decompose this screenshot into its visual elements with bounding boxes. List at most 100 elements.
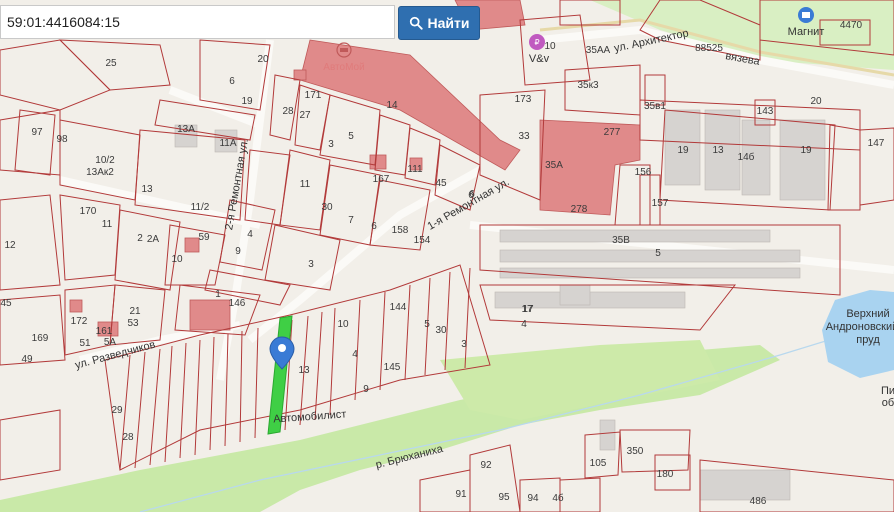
- parcel-number: 5: [424, 319, 430, 330]
- parcel-number: 4470: [840, 20, 863, 31]
- parcel-number: 17: [522, 304, 534, 315]
- parcel-number: 13А: [177, 124, 195, 135]
- parcel-number: 19: [800, 145, 812, 156]
- parcel-number: 33: [518, 131, 530, 142]
- parcel-number: 20: [810, 96, 822, 107]
- parcel-number: 278: [571, 204, 588, 215]
- parcel-number: 6: [371, 221, 377, 232]
- parcel-number: 111: [407, 164, 423, 175]
- parcel-number: 35АА: [586, 45, 611, 56]
- parcel-number: 10/2: [95, 155, 115, 166]
- poi-avtomoi: АвтоМой: [323, 62, 364, 73]
- parcel-number: 51: [79, 338, 91, 349]
- parcel-number: 350: [627, 446, 644, 457]
- parcel-number: 28: [122, 432, 134, 443]
- parcel-number: 4б: [552, 492, 564, 504]
- parcel-number: 5А: [104, 337, 117, 348]
- parcel-number: 30: [321, 202, 333, 213]
- parcel-number: 144: [390, 302, 407, 313]
- parcel-number: 170: [80, 206, 97, 217]
- parcel-number: 13: [298, 365, 310, 376]
- search-box[interactable]: [0, 5, 395, 39]
- parcel-number: 180: [657, 469, 674, 480]
- parcel-number: 277: [604, 127, 621, 138]
- parcel-number: 14б: [738, 151, 755, 163]
- parcel-number: 14: [386, 100, 398, 111]
- parcel-number: 3: [308, 259, 314, 270]
- parcel-number: 19: [677, 145, 689, 156]
- parcel-number: 28: [282, 106, 294, 117]
- parcel-number: 146: [229, 298, 246, 309]
- parcel-number: 92: [480, 460, 492, 471]
- cadastral-map[interactable]: ₽ 25 2061917128 271417310 35АА35к335в1 20277…: [0, 0, 894, 512]
- parcel-number: 157: [652, 198, 669, 209]
- parcel-number: 35к3: [577, 80, 598, 91]
- svg-text:₽: ₽: [534, 38, 539, 47]
- parcel-number: 10: [544, 41, 556, 52]
- parcel-number: 35в1: [644, 101, 666, 112]
- parcel-number: 13: [712, 145, 724, 156]
- parcel-number: 29: [111, 405, 123, 416]
- parcel-number: 2А: [147, 234, 160, 245]
- parcel-number: 3: [461, 339, 467, 350]
- search-icon: [409, 16, 423, 30]
- parcel-number: 19: [241, 96, 253, 107]
- parcel-number: 4: [247, 229, 253, 240]
- parcel-number: 21: [129, 306, 141, 317]
- parcel-number: 25: [105, 58, 117, 69]
- vv-icon[interactable]: ₽: [529, 34, 545, 50]
- parcel-number: 145: [384, 362, 401, 373]
- parcel-number: 59: [198, 232, 210, 243]
- search-button-label: Найти: [427, 15, 470, 31]
- parcel-number: 158: [392, 225, 409, 236]
- parcel-number: 3: [328, 139, 334, 150]
- pond-label-3: пруд: [856, 334, 880, 346]
- parcel-number: 154: [414, 235, 431, 246]
- parcel-number: 11/2: [191, 202, 210, 213]
- parcel-number: 98: [56, 134, 68, 145]
- parcel-number: 486: [750, 496, 767, 507]
- parcel-number: 53: [127, 318, 139, 329]
- parcel-number: 173: [515, 94, 532, 105]
- parcel-number: 30: [435, 325, 447, 336]
- parcel-number: 45: [435, 178, 447, 189]
- parcel-number: 156: [635, 167, 652, 178]
- parcel-number: 7: [348, 215, 354, 226]
- parcel-number: 11: [300, 179, 311, 190]
- pond-label-2: Андроновский: [826, 321, 894, 333]
- parcel-number: 11: [102, 219, 113, 230]
- parcel-number: 9: [235, 246, 241, 257]
- parcel-number: 12: [4, 240, 16, 251]
- parcel-number: 147: [868, 138, 885, 149]
- poi-magnit: Магнит: [788, 26, 825, 38]
- pond-label-1: Верхний: [846, 308, 889, 320]
- parcel-number: 9: [363, 384, 369, 395]
- parcel-number: 13Ак2: [86, 167, 114, 178]
- parcel-number: 171: [305, 90, 322, 101]
- parcel-number: 10: [337, 319, 349, 330]
- poi-vv: V&v: [529, 53, 550, 65]
- parcel-number: 97: [31, 127, 43, 138]
- parcel-number: 167: [373, 174, 390, 185]
- parcel-number: 4: [521, 319, 527, 330]
- parcel-number: 169: [32, 333, 49, 344]
- parcel-number: 35А: [545, 160, 563, 171]
- parcel-number: 49: [21, 354, 33, 365]
- side-label-1: Пи: [881, 385, 894, 397]
- side-label-2: об: [882, 397, 894, 409]
- search-button[interactable]: Найти: [398, 6, 480, 40]
- parcel-number: 5: [655, 248, 661, 259]
- parcel-number: 4: [352, 349, 358, 360]
- parcel-number: 91: [455, 489, 467, 500]
- parcel-number: 5: [348, 131, 354, 142]
- parcel-number: 161: [96, 326, 113, 337]
- parcel-number: 27: [299, 110, 311, 121]
- magnit-icon[interactable]: [798, 7, 814, 23]
- parcel-number: 20: [257, 54, 269, 65]
- parcel-number: 95: [498, 492, 510, 503]
- parcel-number: 10: [171, 254, 183, 265]
- parcel-number: 6: [229, 76, 235, 87]
- parcel-number: 172: [71, 316, 88, 327]
- parcel-number: 13: [141, 184, 153, 195]
- search-input[interactable]: [1, 6, 394, 38]
